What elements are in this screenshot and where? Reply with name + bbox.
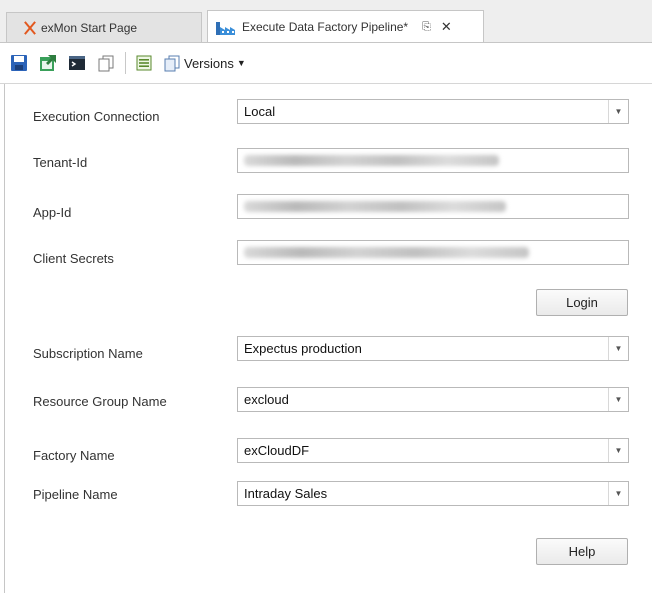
- toolbar: Versions ▼: [0, 42, 652, 84]
- console-icon: [69, 56, 85, 70]
- pin-icon[interactable]: ⎘: [422, 21, 431, 34]
- help-button[interactable]: Help: [536, 538, 628, 565]
- factory-name-label: Factory Name: [33, 448, 115, 463]
- export-button[interactable]: [38, 53, 58, 73]
- client-secrets-field[interactable]: [237, 240, 629, 265]
- save-icon: [11, 55, 27, 71]
- execution-connection-select[interactable]: Local ▼: [237, 99, 629, 124]
- tab-label: exMon Start Page: [41, 20, 138, 35]
- app-id-field[interactable]: [237, 194, 629, 219]
- redacted-value: [244, 155, 499, 166]
- versions-label: Versions: [184, 55, 234, 71]
- chevron-down-icon[interactable]: ▼: [608, 100, 628, 123]
- export-icon: [40, 55, 56, 71]
- close-icon[interactable]: ✕: [441, 19, 452, 35]
- save-button[interactable]: [9, 53, 29, 73]
- chevron-down-icon[interactable]: ▼: [608, 482, 628, 505]
- tab-label: Execute Data Factory Pipeline*: [242, 20, 409, 34]
- redacted-value: [244, 201, 506, 212]
- list-button[interactable]: [134, 53, 154, 73]
- list-icon: [136, 55, 152, 71]
- tenant-id-label: Tenant-Id: [33, 155, 88, 170]
- chevron-down-icon[interactable]: ▼: [608, 388, 628, 411]
- versions-icon: [164, 55, 180, 72]
- login-button[interactable]: Login: [536, 289, 628, 316]
- client-secrets-label: Client Secrets: [33, 251, 114, 266]
- exmon-x-icon: [23, 21, 37, 35]
- tenant-id-field[interactable]: [237, 148, 629, 173]
- console-button[interactable]: [67, 53, 87, 73]
- pipeline-name-select[interactable]: Intraday Sales ▼: [237, 481, 629, 506]
- chevron-down-icon: ▼: [236, 58, 246, 68]
- document-tab-strip: exMon Start Page Execute Data Factory Pi…: [0, 0, 652, 43]
- pipeline-name-label: Pipeline Name: [33, 487, 118, 502]
- factory-name-select[interactable]: exCloudDF ▼: [237, 438, 629, 463]
- tab-execute-data-factory-pipeline[interactable]: Execute Data Factory Pipeline* ⎘ ✕: [207, 10, 484, 43]
- resource-group-name-label: Resource Group Name: [33, 394, 167, 409]
- copy-button[interactable]: [96, 53, 116, 73]
- toolbar-separator: [125, 52, 126, 74]
- resource-group-name-select[interactable]: excloud ▼: [237, 387, 629, 412]
- execution-connection-value: Local: [244, 104, 276, 119]
- data-factory-icon: [216, 22, 235, 35]
- tab-exmon-start-page[interactable]: exMon Start Page: [6, 12, 202, 42]
- pipeline-name-value: Intraday Sales: [244, 486, 328, 501]
- redacted-value: [244, 247, 529, 258]
- copy-icon: [98, 55, 114, 72]
- subscription-name-value: Expectus production: [244, 341, 362, 356]
- factory-name-value: exCloudDF: [244, 443, 310, 458]
- chevron-down-icon[interactable]: ▼: [608, 439, 628, 462]
- execution-connection-label: Execution Connection: [33, 109, 160, 124]
- resource-group-name-value: excloud: [244, 392, 289, 407]
- versions-dropdown[interactable]: Versions ▼: [163, 54, 246, 72]
- subscription-name-label: Subscription Name: [33, 346, 143, 361]
- chevron-down-icon[interactable]: ▼: [608, 337, 628, 360]
- subscription-name-select[interactable]: Expectus production ▼: [237, 336, 629, 361]
- app-id-label: App-Id: [33, 205, 72, 220]
